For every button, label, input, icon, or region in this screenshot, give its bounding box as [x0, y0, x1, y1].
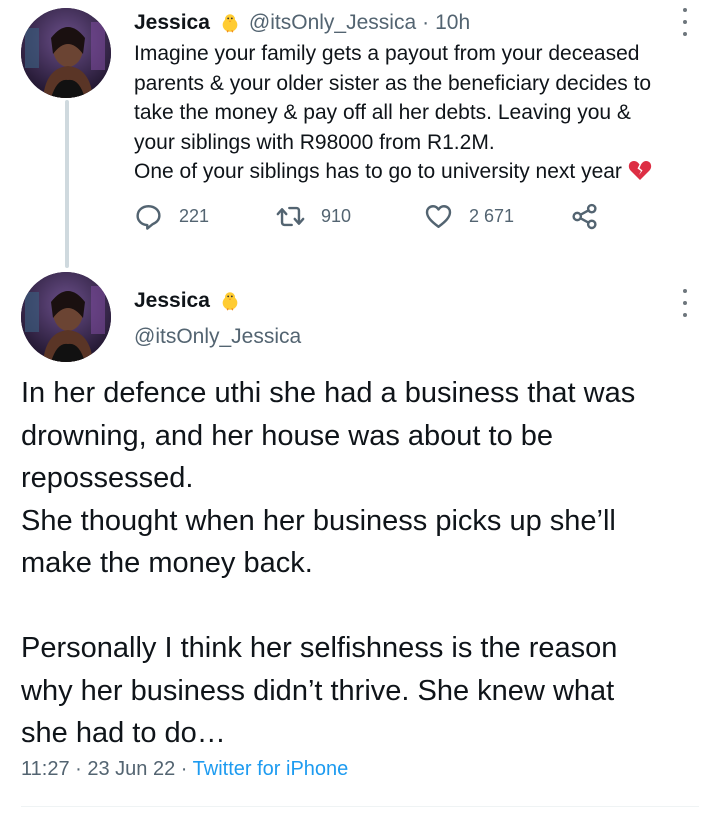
tweet-text-line: your siblings with R98000 from R1.2M. — [134, 130, 495, 154]
separator-dot: · — [180, 758, 188, 780]
tweet-text-line: why her business didn’t thrive. She knew… — [21, 674, 615, 707]
more-options-icon[interactable] — [679, 289, 691, 317]
tweet-text-line: drowning, and her house was about to be — [21, 419, 554, 452]
retweet-icon — [276, 206, 305, 226]
tweet-date[interactable]: 23 Jun 22 — [87, 758, 175, 780]
tweet-timestamp: 11:27 · 23 Jun 22 · Twitter for iPhone — [21, 758, 348, 781]
share-button[interactable] — [570, 200, 615, 232]
tweet-text-line: parents & your older sister as the benef… — [134, 71, 652, 95]
tweet-text-line: she had to do… — [21, 717, 226, 749]
separator-dot: · — [422, 11, 430, 34]
tweet-time[interactable]: 11:27 — [21, 758, 70, 780]
broken-heart-emoji-icon — [628, 161, 652, 180]
tweet-text: In her defence uthi she had a business t… — [21, 372, 711, 755]
tweet-text-segment: One of your siblings has to go to univer… — [134, 160, 622, 183]
reply-count: 221 — [179, 205, 210, 226]
avatar[interactable] — [21, 8, 111, 98]
tweet-source-link[interactable]: Twitter for iPhone — [193, 758, 349, 780]
tweet-text-line: One of your siblings has to go to univer… — [134, 157, 694, 187]
thread-connector-line — [65, 100, 69, 268]
divider — [21, 806, 699, 807]
separator-dot: · — [75, 758, 82, 780]
tweet-text-line: Personally I think her selfishness is th… — [21, 632, 618, 664]
like-count: 2 671 — [469, 205, 515, 226]
heart-icon — [425, 204, 452, 228]
tweet-text-line: She thought when her business picks up s… — [21, 504, 616, 537]
chick-emoji-icon — [222, 14, 238, 33]
tweet-text-line: Imagine your family gets a payout from y… — [134, 42, 640, 65]
avatar[interactable] — [21, 272, 111, 362]
chick-emoji-icon — [222, 292, 238, 311]
retweet-count: 910 — [321, 205, 352, 226]
tweet-author: Jessica — [134, 289, 249, 313]
display-name[interactable]: Jessica — [134, 11, 210, 35]
display-name[interactable]: Jessica — [134, 289, 210, 313]
tweet-time[interactable]: 10h — [435, 11, 470, 35]
user-handle[interactable]: @itsOnly_Jessica — [249, 11, 416, 35]
retweet-button[interactable]: 910 — [276, 200, 351, 232]
more-options-icon[interactable] — [679, 8, 691, 36]
tweet-actions: 221 910 2 671 — [134, 200, 614, 232]
share-icon — [572, 203, 597, 229]
tweet-text-line: make the money back. — [21, 547, 313, 579]
tweet-text: Imagine your family gets a payout from y… — [134, 39, 694, 187]
tweet-header: Jessica @itsOnly_Jessica · 10h — [134, 6, 470, 40]
reply-button[interactable]: 221 — [134, 200, 209, 232]
tweet-thread: Jessica @itsOnly_Jessica · 10h Imagine y… — [0, 0, 720, 813]
tweet-text-line: In her defence uthi she had a business t… — [21, 377, 636, 409]
tweet-text-line: repossessed. — [21, 462, 194, 494]
tweet-text-line: take the money & pay off all her debts. … — [134, 101, 631, 124]
like-button[interactable]: 2 671 — [424, 200, 514, 232]
user-handle[interactable]: @itsOnly_Jessica — [134, 325, 301, 349]
reply-icon — [136, 204, 161, 230]
